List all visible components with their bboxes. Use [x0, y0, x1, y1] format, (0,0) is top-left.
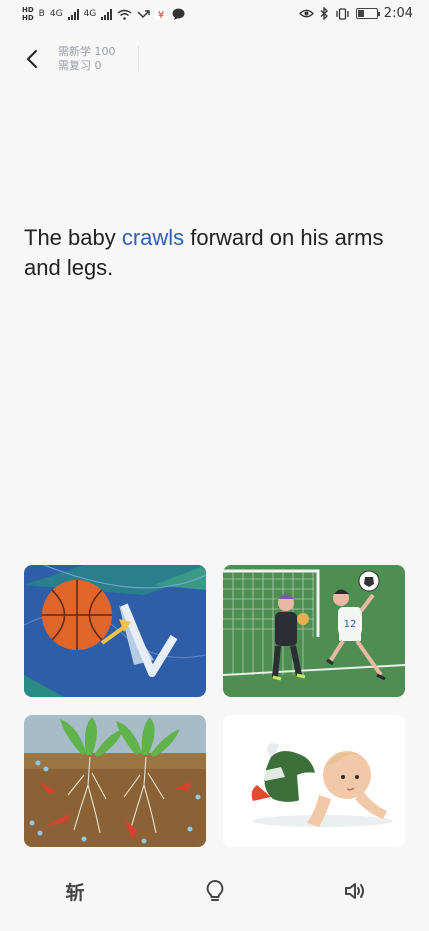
network-b-label: B [38, 9, 45, 19]
payment-icon: ¥ [155, 8, 168, 20]
status-bar: HD HD B 4G 4G ¥ 2:04 [0, 0, 429, 34]
study-progress: 需新学 100 需复习 0 [58, 45, 116, 73]
review-words-count: 需复习 0 [58, 59, 102, 72]
choice-card-baby[interactable] [223, 715, 405, 847]
pronunciation-button[interactable] [342, 876, 368, 906]
status-left: HD HD B 4G 4G ¥ [22, 6, 185, 22]
svg-text:¥: ¥ [158, 10, 164, 20]
back-button[interactable] [22, 47, 44, 71]
missed-call-icon [137, 9, 150, 18]
target-word: crawls [121, 225, 185, 250]
network-hd-indicator: HD HD [22, 6, 34, 22]
cut-word-label: 斩 [65, 881, 85, 904]
eye-comfort-icon [298, 9, 314, 18]
crawling-baby-image [223, 715, 405, 847]
network-4g-label-1: 4G [49, 9, 63, 19]
svg-text:12: 12 [344, 619, 357, 630]
soccer-goalkeeper-image: 12 [223, 565, 405, 697]
cut-word-button[interactable]: 斩 [62, 876, 88, 906]
status-time: 2:04 [383, 6, 413, 21]
wifi-icon [117, 9, 132, 20]
status-right: 2:04 [298, 6, 413, 21]
bluetooth-icon [320, 7, 328, 20]
chevron-left-icon [27, 50, 37, 68]
choice-card-basketball[interactable] [24, 565, 206, 697]
example-sentence: The baby crawls forward on his arms and … [24, 223, 404, 283]
message-icon [172, 8, 185, 20]
hint-button[interactable] [203, 876, 227, 906]
header-divider [138, 46, 139, 72]
choice-card-soccer[interactable]: 12 [223, 565, 405, 697]
plant-roots-image [24, 715, 206, 847]
speaker-icon [345, 883, 364, 899]
lightbulb-icon [206, 880, 224, 901]
battery-icon [355, 8, 380, 19]
signal-icon-1 [67, 8, 79, 20]
choice-card-plants[interactable] [24, 715, 206, 847]
basketball-bounce-image [24, 565, 206, 697]
new-words-count: 需新学 100 [58, 45, 116, 58]
network-4g-label-2: 4G [83, 9, 97, 19]
vibrate-icon [336, 7, 349, 20]
signal-icon-2 [101, 8, 113, 20]
sentence-before: The baby [24, 225, 122, 250]
